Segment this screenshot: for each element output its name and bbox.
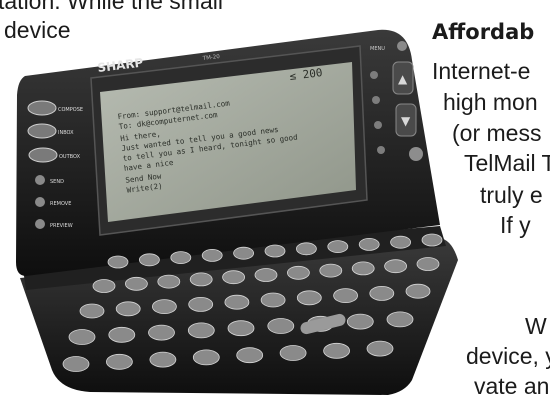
menu-button[interactable] [397, 41, 407, 51]
keyboard-key[interactable] [170, 251, 192, 265]
keyboard-key[interactable] [192, 349, 220, 366]
keyboard-key[interactable] [351, 261, 375, 276]
keyboard-key[interactable] [296, 290, 322, 306]
keyboard-key[interactable] [68, 329, 96, 345]
keyboard-key[interactable] [108, 326, 136, 343]
keyboard-key[interactable] [264, 244, 286, 258]
right-text-line-5: truly e [480, 182, 543, 208]
section-heading: Affordab [432, 20, 535, 44]
keyboard-key[interactable] [286, 265, 310, 280]
keyboard-key[interactable] [358, 237, 380, 251]
keyboard-key[interactable] [187, 322, 215, 339]
keyboard-key[interactable] [390, 235, 412, 249]
keyboard-key[interactable] [254, 268, 278, 282]
side-button-4[interactable] [377, 146, 385, 154]
remove-label: REMOVE [50, 201, 71, 207]
preview-label: PREVIEW [50, 223, 73, 229]
keyboard-key[interactable] [107, 255, 129, 269]
side-button-1[interactable] [370, 71, 378, 79]
keyboard-key[interactable] [138, 253, 160, 267]
scroll-down-button[interactable]: ▼ [395, 103, 417, 137]
arrow-up-icon: ▲ [398, 72, 408, 86]
keyboard-key[interactable] [421, 233, 443, 247]
keyboard-key[interactable] [151, 299, 177, 315]
right-text-line-2: high mon [443, 89, 538, 115]
keyboard-key[interactable] [201, 248, 223, 262]
keyboard-key[interactable] [267, 318, 295, 334]
keyboard-key[interactable] [236, 347, 264, 364]
keyboard-key[interactable] [227, 320, 255, 337]
keyboard-key[interactable] [279, 345, 307, 361]
keyboard-key[interactable] [416, 257, 440, 271]
menu-label: MENU [370, 46, 385, 52]
keyboard-key[interactable] [124, 276, 148, 291]
right-text-line-4: TelMail T [464, 150, 550, 176]
keyboard-key[interactable] [319, 263, 343, 278]
keyboard-key[interactable] [405, 283, 431, 299]
keyboard-key[interactable] [323, 342, 351, 359]
keyboard-key[interactable] [157, 274, 181, 289]
right-text-line-7: W [525, 313, 547, 339]
keyboard-key[interactable] [188, 296, 214, 312]
keyboard-key[interactable] [327, 240, 349, 254]
side-button-2[interactable] [372, 96, 380, 104]
right-text-line-6: If y [500, 212, 531, 238]
action-button[interactable] [409, 147, 423, 161]
arrow-down-icon: ▼ [401, 114, 411, 128]
keyboard-key[interactable] [148, 324, 175, 341]
right-text-line-8: device, y [466, 343, 550, 369]
keyboard-key[interactable] [62, 356, 90, 372]
side-button-3[interactable] [374, 121, 382, 129]
right-text-line-1: Internet-e [432, 58, 531, 84]
right-text-line-9: vate an [474, 373, 550, 399]
keyboard-key[interactable] [224, 294, 250, 310]
keyboard-key[interactable] [233, 246, 255, 260]
outbox-label: OUTBOX [59, 154, 81, 160]
compose-label: COMPOSE [58, 107, 83, 113]
keyboard-key[interactable] [79, 303, 105, 319]
send-label: SEND [50, 179, 64, 185]
scroll-up-button[interactable]: ▲ [392, 61, 414, 95]
keyboard-key[interactable] [92, 279, 116, 293]
keyboard-key[interactable] [295, 242, 317, 256]
keyboard-key[interactable] [106, 353, 133, 370]
keyboard-key[interactable] [115, 301, 141, 317]
keyboard-key[interactable] [369, 285, 395, 301]
keyboard-key[interactable] [366, 340, 394, 357]
keyboard-key[interactable] [386, 311, 414, 328]
keyboard-key[interactable] [333, 288, 359, 304]
keyboard-key[interactable] [189, 272, 213, 287]
keyboard-key[interactable] [149, 351, 177, 368]
keyboard-key[interactable] [346, 313, 374, 330]
inbox-label: INBOX [58, 130, 74, 136]
right-text-line-3: (or mess [452, 120, 542, 146]
keyboard-key[interactable] [222, 270, 246, 285]
keyboard-key[interactable] [260, 292, 286, 308]
keyboard-key[interactable] [384, 259, 408, 274]
